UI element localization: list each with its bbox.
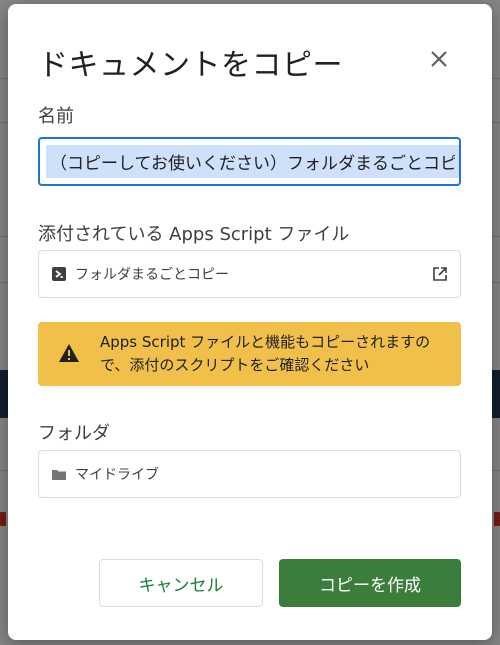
folder-name: マイドライブ <box>75 467 159 483</box>
warning-banner: Apps Script ファイルと機能もコピーされますので、添付のスクリプトをご… <box>38 322 461 386</box>
dialog-title: ドキュメントをコピー <box>38 48 343 83</box>
close-button[interactable] <box>424 44 454 74</box>
folder-label: フォルダ <box>38 423 110 444</box>
script-file-name: フォルダまるごとコピー <box>75 267 229 283</box>
script-file-label: 添付されている Apps Script ファイル <box>38 224 350 245</box>
name-input-container <box>38 137 461 186</box>
warning-text: Apps Script ファイルと機能もコピーされますので、添付のスクリプトをご… <box>100 333 431 374</box>
folder-icon <box>52 470 66 480</box>
close-icon <box>431 51 447 67</box>
warning-icon <box>59 344 79 362</box>
open-in-new-icon[interactable] <box>432 266 448 282</box>
name-input[interactable] <box>46 145 459 178</box>
name-label: 名前 <box>38 106 74 127</box>
cancel-button[interactable]: キャンセル <box>99 559 263 607</box>
folder-selector[interactable]: マイドライブ <box>38 450 461 498</box>
script-file-row: フォルダまるごとコピー <box>38 250 461 298</box>
copy-document-dialog: ドキュメントをコピー 名前 添付されている Apps Script ファイル フ… <box>8 4 492 640</box>
create-copy-button[interactable]: コピーを作成 <box>279 559 461 607</box>
script-file-icon <box>52 267 66 281</box>
